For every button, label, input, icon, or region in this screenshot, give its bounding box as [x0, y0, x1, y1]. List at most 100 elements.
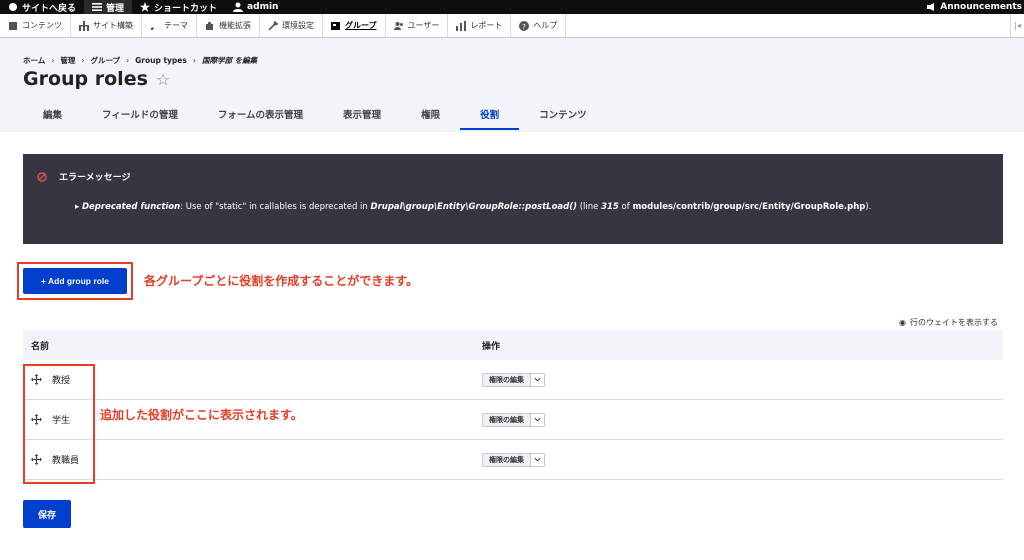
tab-roles[interactable]: 役割 — [460, 106, 520, 132]
chevron-down-icon — [534, 377, 541, 382]
star-icon[interactable]: ☆ — [156, 70, 170, 89]
tray-orientation-toggle[interactable]: |◂ — [1010, 14, 1024, 37]
svg-text:?: ? — [523, 23, 527, 31]
dropbutton-toggle[interactable] — [530, 373, 544, 386]
tab-edit[interactable]: 編集 — [23, 106, 82, 132]
table-header: 名前 操作 — [23, 330, 1003, 360]
collapse-icon: |◂ — [1014, 21, 1021, 30]
help-icon: ? — [519, 20, 530, 31]
breadcrumb-separator: › — [51, 56, 55, 65]
back-label: サイトへ戻る — [22, 3, 77, 14]
tray-label: 機能拡張 — [219, 21, 251, 30]
tray-item-group[interactable]: グループ — [323, 14, 386, 37]
table-row: 教職員 権限の編集 — [23, 440, 1003, 480]
admin-menu-tray: コンテンツ サイト構築 テーマ 機能拡張 環境設定 グループ ユーザー レポート… — [0, 14, 1024, 38]
operations-dropbutton: 権限の編集 — [482, 452, 545, 467]
save-button[interactable]: 保存 — [23, 500, 71, 528]
column-header-name: 名前 — [31, 341, 50, 352]
error-message: エラーメッセージ ▸ Deprecated function: Use of "… — [23, 154, 1003, 244]
chevron-down-icon — [534, 417, 541, 422]
wrench-icon — [268, 20, 278, 31]
tray-label: サイト構築 — [93, 21, 133, 30]
error-function: Drupal\group\Entity\GroupRole::postLoad(… — [370, 202, 578, 212]
dropbutton-toggle[interactable] — [530, 453, 544, 466]
operations-dropbutton: 権限の編集 — [482, 412, 545, 427]
drag-handle-icon[interactable] — [31, 374, 42, 385]
edit-permissions-button[interactable]: 権限の編集 — [483, 454, 530, 466]
breadcrumb: ホーム › 管理 › グループ › Group types › 国際学部 を編集 — [23, 55, 257, 66]
drag-handle-icon[interactable] — [31, 454, 42, 465]
annotation-box-add: + Add group role — [17, 262, 133, 300]
eye-icon: ◉ — [899, 318, 906, 327]
error-text: (line — [577, 202, 602, 212]
dropbutton-toggle[interactable] — [530, 413, 544, 426]
tray-label: ヘルプ — [533, 21, 558, 30]
breadcrumb-separator: › — [192, 56, 196, 65]
edit-permissions-button[interactable]: 権限の編集 — [483, 374, 530, 386]
tray-item-help[interactable]: ? ヘルプ — [511, 14, 567, 37]
manage-tab[interactable]: 管理 — [84, 0, 133, 14]
tray-item-config[interactable]: 環境設定 — [260, 14, 323, 37]
user-tab[interactable]: admin — [225, 0, 286, 14]
error-text: ). — [865, 202, 872, 212]
roles-table: 名前 操作 教授 権限の編集 学生 権限の編集 教職員 権限の編集 — [23, 330, 1003, 480]
tab-manage-display[interactable]: 表示管理 — [323, 106, 401, 132]
error-heading: エラーメッセージ — [37, 170, 130, 183]
breadcrumb-separator: › — [126, 56, 130, 65]
paintbrush-icon — [151, 21, 159, 30]
star-icon — [140, 2, 151, 12]
tray-label: グループ — [345, 21, 377, 30]
tray-item-content[interactable]: コンテンツ — [0, 14, 71, 37]
column-header-operations: 操作 — [482, 341, 501, 352]
error-text: of — [618, 202, 633, 212]
page-title: Group roles ☆ — [23, 68, 170, 90]
tray-item-reports[interactable]: レポート — [448, 14, 512, 37]
drag-handle-icon[interactable] — [31, 414, 42, 425]
announcements-tab[interactable]: Announcements — [918, 0, 1024, 14]
role-name: 学生 — [52, 416, 71, 426]
structure-icon — [79, 20, 89, 31]
error-line: 315 — [601, 202, 619, 212]
edit-permissions-button[interactable]: 権限の編集 — [483, 414, 530, 426]
error-text: : Use of "static" in callables is deprec… — [180, 202, 371, 212]
role-name: 教職員 — [52, 456, 80, 466]
error-label: Deprecated function — [81, 202, 181, 212]
shortcuts-tab[interactable]: ショートカット — [132, 0, 225, 14]
back-to-site-link[interactable]: サイトへ戻る — [0, 0, 84, 14]
tray-item-appearance[interactable]: テーマ — [142, 14, 197, 37]
tray-item-people[interactable]: ユーザー — [386, 14, 449, 37]
error-detail[interactable]: ▸ Deprecated function: Use of "static" i… — [75, 202, 871, 212]
tray-label: レポート — [470, 21, 503, 30]
user-label: admin — [247, 2, 279, 12]
tab-content[interactable]: コンテンツ — [519, 106, 607, 132]
disclosure-triangle-icon: ▸ — [75, 202, 82, 212]
announcements-label: Announcements — [940, 2, 1022, 12]
tray-label: ユーザー — [407, 21, 440, 30]
tray-label: コンテンツ — [22, 21, 62, 30]
annotation-note: 各グループごとに役割を作成することができます。 — [144, 274, 419, 288]
breadcrumb-link[interactable]: Group types — [135, 56, 187, 65]
tab-manage-fields[interactable]: フィールドの管理 — [82, 106, 198, 132]
tab-manage-form-display[interactable]: フォームの表示管理 — [198, 106, 323, 132]
error-file: modules/contrib/group/src/Entity/GroupRo… — [632, 202, 866, 212]
shortcuts-label: ショートカット — [154, 3, 218, 14]
show-row-weights-label: 行のウェイトを表示する — [910, 318, 998, 327]
tab-permissions[interactable]: 権限 — [401, 106, 460, 132]
breadcrumb-separator: › — [81, 56, 85, 65]
role-name: 教授 — [52, 376, 71, 386]
breadcrumb-link[interactable]: 管理 — [60, 56, 75, 65]
breadcrumb-link[interactable]: ホーム — [23, 56, 45, 65]
breadcrumb-link[interactable]: グループ — [90, 56, 120, 65]
operations-dropbutton: 権限の編集 — [482, 372, 545, 387]
page-header: ホーム › 管理 › グループ › Group types › 国際学部 を編集 Group r… — [0, 38, 1024, 132]
annotation-note: 追加した役割がここに表示されます。 — [100, 408, 303, 422]
show-row-weights-link[interactable]: ◉ 行のウェイトを表示する — [899, 317, 998, 328]
add-group-role-button[interactable]: + Add group role — [23, 268, 127, 294]
tray-item-extend[interactable]: 機能拡張 — [197, 14, 260, 37]
tray-label: テーマ — [164, 21, 188, 30]
user-icon — [233, 2, 244, 12]
chevron-down-icon — [534, 457, 541, 462]
table-row: 教授 権限の編集 — [23, 360, 1003, 400]
tray-item-structure[interactable]: サイト構築 — [71, 14, 142, 37]
breadcrumb-link[interactable]: 国際学部 を編集 — [202, 56, 257, 65]
